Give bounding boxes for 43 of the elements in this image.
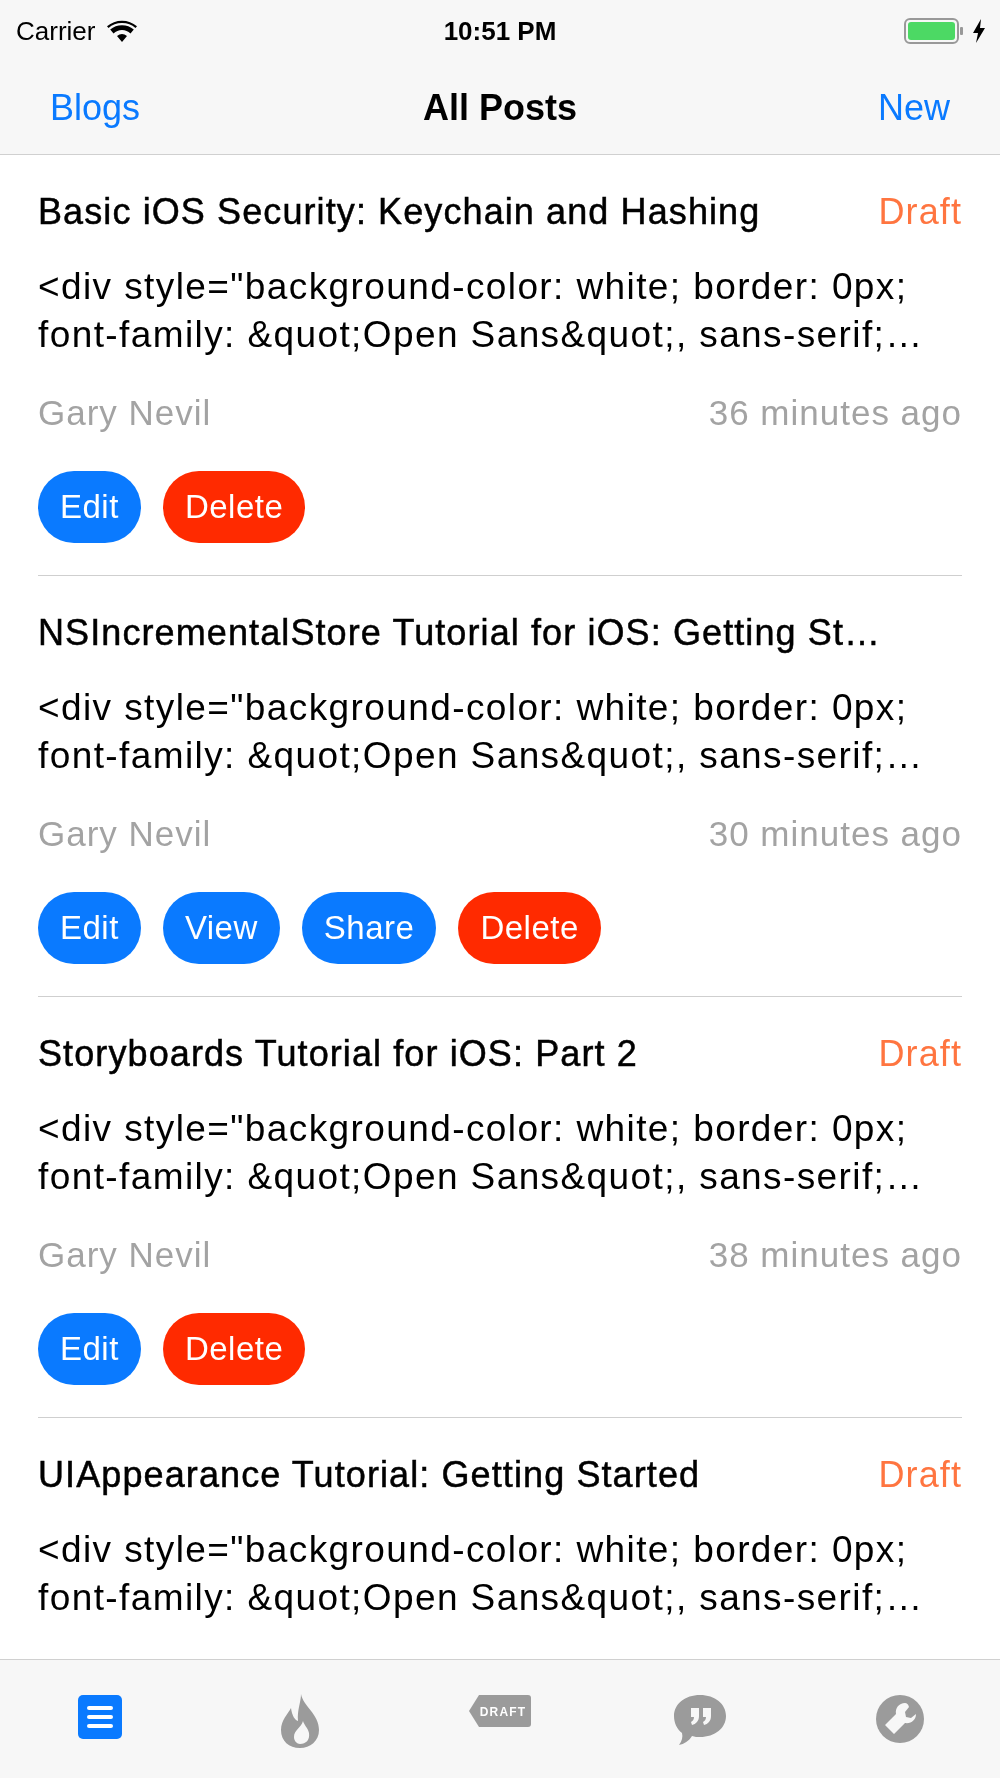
post-excerpt: font-family: &quot;Open Sans&quot;, sans-serif;… [38, 1155, 925, 1199]
wrench-icon [875, 1694, 925, 1744]
post-title[interactable]: Basic iOS Security: Keychain and Hashing [38, 191, 761, 233]
quote-bubble-icon [673, 1694, 727, 1746]
post-title[interactable]: Storyboards Tutorial for iOS: Part 2 [38, 1033, 638, 1075]
post-excerpt: <div style="background-color: white; border: 0px; [38, 686, 909, 730]
post-time: 38 minutes ago [708, 1235, 962, 1275]
author-name: Gary Nevil [38, 814, 212, 854]
delete-button[interactable]: Delete [162, 471, 306, 543]
post-excerpt: font-family: &quot;Open Sans&quot;, sans-serif;… [38, 734, 925, 778]
flame-icon [279, 1694, 321, 1748]
clock-time: 10:51 PM [443, 15, 557, 46]
draft-tag-icon: DRAFT [469, 1694, 531, 1728]
author-name: Gary Nevil [38, 1235, 212, 1275]
battery-icon [904, 17, 964, 45]
edit-button[interactable]: Edit [38, 471, 141, 543]
edit-button[interactable]: Edit [38, 1313, 141, 1385]
draft-label: Draft [878, 1454, 962, 1496]
delete-button[interactable]: Delete [458, 892, 601, 964]
screen-title: All Posts [422, 87, 577, 128]
post-title[interactable]: UIAppearance Tutorial: Getting Started [38, 1454, 701, 1496]
new-post-link[interactable]: New [877, 87, 950, 129]
wifi-icon [107, 20, 138, 42]
post-excerpt: <div style="background-color: white; border: 0px; [38, 1528, 909, 1572]
back-link[interactable]: Blogs [50, 87, 141, 129]
draft-label: Draft [878, 191, 962, 233]
post-time: 36 minutes ago [708, 393, 962, 433]
delete-button[interactable]: Delete [162, 1313, 306, 1385]
drafts-tab[interactable]: DRAFT [400, 1660, 600, 1778]
post-time: 30 minutes ago [708, 814, 962, 854]
post-excerpt: font-family: &quot;Open Sans&quot;, sans-serif;… [38, 1576, 925, 1620]
list-icon [77, 1694, 123, 1740]
charging-bolt-icon [972, 19, 986, 43]
view-button[interactable]: View [162, 892, 280, 964]
post-title[interactable]: NSIncrementalStore Tutorial for iOS: Getting St… [38, 612, 882, 654]
carrier-name: Carrier [16, 15, 96, 47]
post-excerpt: font-family: &quot;Open Sans&quot;, sans-serif;… [38, 313, 925, 357]
post-excerpt: <div style="background-color: white; border: 0px; [38, 1107, 909, 1151]
edit-button[interactable]: Edit [38, 892, 141, 964]
share-button[interactable]: Share [301, 892, 437, 964]
author-name: Gary Nevil [38, 393, 212, 433]
post-excerpt: <div style="background-color: white; border: 0px; [38, 265, 909, 309]
draft-label: Draft [878, 1033, 962, 1075]
